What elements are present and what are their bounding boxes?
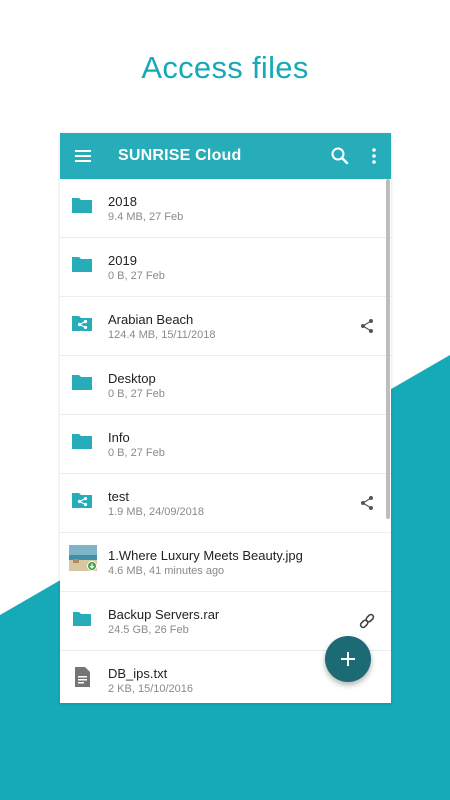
- file-name: Desktop: [108, 371, 156, 386]
- promo-headline: Access files: [141, 50, 309, 85]
- shared-folder-icon: [72, 316, 92, 331]
- app-bar: SUNRISE Cloud: [60, 133, 391, 179]
- app-screen: SUNRISE Cloud 2018 9.4 MB, 27 Feb 2019 0…: [60, 133, 391, 703]
- file-meta: 2 KB, 15/10/2016: [108, 683, 194, 695]
- share-icon[interactable]: [358, 494, 376, 512]
- file-meta: 124.4 MB, 15/11/2018: [108, 329, 216, 341]
- file-meta: 9.4 MB, 27 Feb: [108, 211, 184, 223]
- file-row[interactable]: Desktop 0 B, 27 Feb: [60, 356, 391, 415]
- file-name: DB_ips.txt: [108, 666, 168, 681]
- search-icon[interactable]: [330, 146, 350, 166]
- folder-icon: [72, 434, 92, 449]
- folder-icon: [72, 257, 92, 272]
- file-list: 2018 9.4 MB, 27 Feb 2019 0 B, 27 Feb Ara…: [60, 179, 391, 703]
- file-row[interactable]: 1.Where Luxury Meets Beauty.jpg 4.6 MB, …: [60, 533, 391, 592]
- file-meta: 1.9 MB, 24/09/2018: [108, 506, 205, 518]
- file-name: test: [108, 489, 129, 504]
- file-meta: 0 B, 27 Feb: [108, 270, 165, 282]
- add-button[interactable]: [325, 636, 371, 682]
- file-name: Arabian Beach: [108, 312, 194, 327]
- file-row[interactable]: Arabian Beach 124.4 MB, 15/11/2018: [60, 297, 391, 356]
- link-icon[interactable]: [358, 612, 376, 630]
- more-vert-icon[interactable]: [364, 146, 384, 166]
- image-thumbnail: [69, 545, 97, 571]
- folder-icon: [72, 375, 92, 390]
- scrollbar[interactable]: [386, 179, 390, 519]
- menu-icon[interactable]: [75, 147, 91, 165]
- share-icon[interactable]: [358, 317, 376, 335]
- file-row[interactable]: 2018 9.4 MB, 27 Feb: [60, 179, 391, 238]
- add-icon: [341, 652, 355, 666]
- text-file-icon: [75, 667, 90, 687]
- archive-icon: [73, 612, 91, 626]
- shared-folder-icon: [72, 493, 92, 508]
- app-title: SUNRISE Cloud: [118, 147, 242, 164]
- folder-icon: [72, 198, 92, 213]
- file-row[interactable]: 2019 0 B, 27 Feb: [60, 238, 391, 297]
- file-name: Backup Servers.rar: [108, 607, 220, 622]
- file-row[interactable]: test 1.9 MB, 24/09/2018: [60, 474, 391, 533]
- file-meta: 0 B, 27 Feb: [108, 388, 165, 400]
- file-meta: 0 B, 27 Feb: [108, 447, 165, 459]
- file-name: 2019: [108, 253, 137, 268]
- file-meta: 24.5 GB, 26 Feb: [108, 624, 189, 636]
- file-name: 2018: [108, 194, 137, 209]
- file-row[interactable]: Info 0 B, 27 Feb: [60, 415, 391, 474]
- file-meta: 4.6 MB, 41 minutes ago: [108, 565, 225, 577]
- file-name: Info: [108, 430, 130, 445]
- file-name: 1.Where Luxury Meets Beauty.jpg: [108, 548, 303, 563]
